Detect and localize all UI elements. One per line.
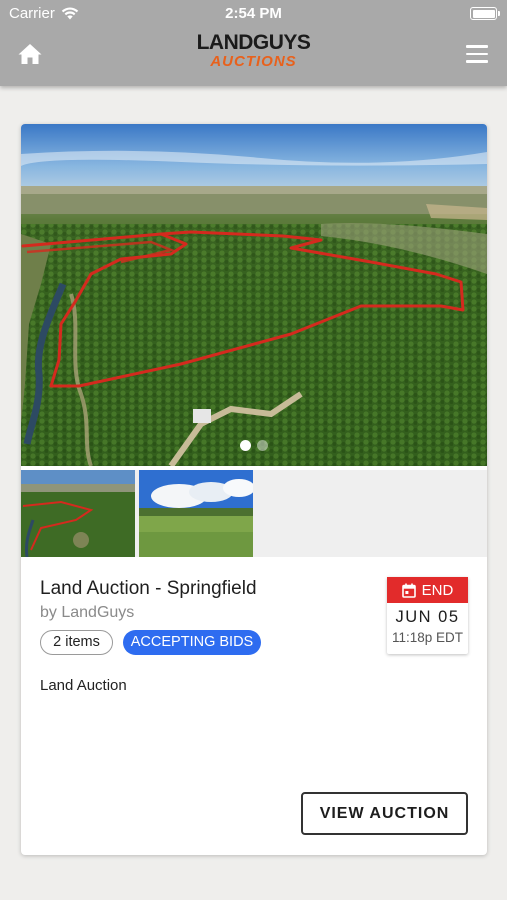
auction-title[interactable]: Land Auction - Springfield: [40, 578, 257, 600]
top-bar: Carrier 2:54 PM LANDGUYS AUCTIONS: [0, 0, 507, 86]
status-badge: ACCEPTING BIDS: [123, 630, 261, 655]
thumbnail-aerial[interactable]: [21, 470, 135, 557]
end-time: 11:18p EDT: [391, 630, 464, 645]
status-bar: Carrier 2:54 PM: [0, 0, 507, 28]
end-date-box: END JUN 05 11:18p EDT: [387, 577, 468, 654]
aerial-orchard-photo: [21, 124, 487, 466]
carousel-dot[interactable]: [257, 440, 268, 451]
hero-image-carousel[interactable]: [21, 124, 487, 466]
items-count-badge: 2 items: [40, 630, 113, 655]
thumbnail-strip: [21, 470, 487, 557]
green-field-photo: [139, 470, 253, 557]
carousel-indicator[interactable]: [21, 440, 487, 451]
auction-card: Land Auction - Springfield by LandGuys 2…: [21, 124, 487, 855]
logo-line-2: AUCTIONS: [210, 53, 297, 70]
calendar-icon: [401, 583, 416, 598]
landguys-logo[interactable]: LANDGUYS AUCTIONS: [0, 32, 507, 70]
end-label: END: [421, 581, 454, 599]
status-time: 2:54 PM: [225, 5, 282, 22]
battery-icon: [470, 7, 500, 20]
aerial-orchard-photo: [21, 470, 135, 557]
menu-button[interactable]: [466, 45, 490, 63]
end-date-header: END: [387, 577, 468, 603]
thumbnail-field[interactable]: [139, 470, 253, 557]
carousel-dot[interactable]: [240, 440, 251, 451]
end-date: JUN 05: [395, 608, 460, 626]
view-auction-button[interactable]: VIEW AUCTION: [301, 792, 468, 835]
auction-description: Land Auction: [40, 677, 127, 694]
hamburger-menu-icon: [466, 45, 490, 63]
auction-byline: by LandGuys: [40, 604, 135, 621]
logo-line-1: LANDGUYS: [196, 31, 311, 54]
